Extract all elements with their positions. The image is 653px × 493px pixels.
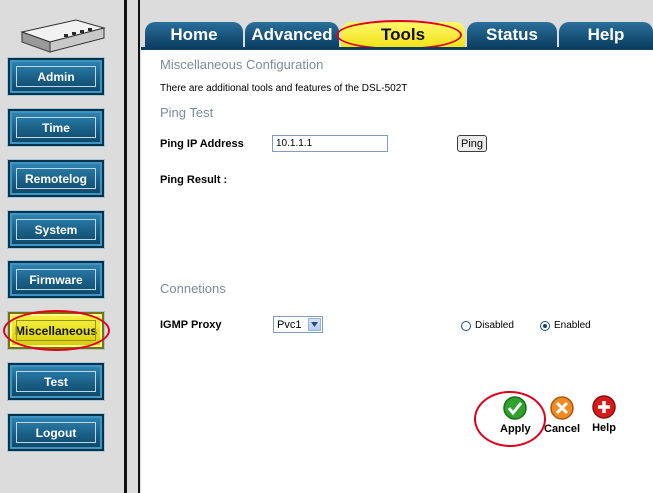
cancel-label: Cancel — [544, 423, 581, 435]
sidebar-item-label: Time — [42, 120, 70, 135]
sidebar-item-firmware[interactable]: Firmware — [7, 260, 105, 299]
pvc-select[interactable]: Pvc1 — [273, 316, 323, 333]
tab-label: Advanced — [251, 24, 333, 44]
sidebar-item-logout[interactable]: Logout — [7, 413, 105, 452]
tab-help[interactable]: Help — [559, 22, 653, 47]
radio-label: Disabled — [475, 320, 514, 331]
sidebar-item-label: Remotelog — [24, 171, 87, 186]
tab-advanced[interactable]: Advanced — [245, 22, 339, 47]
igmp-disabled-radio[interactable]: Disabled — [461, 320, 514, 331]
ping-result-label: Ping Result : — [160, 174, 228, 186]
divider-line — [124, 0, 127, 493]
page-title: Miscellaneous Configuration — [160, 57, 324, 72]
tab-label: Help — [587, 24, 625, 44]
page-description: There are additional tools and features … — [160, 83, 408, 94]
tab-label: Tools — [380, 24, 426, 44]
sidebar-item-label: Firmware — [29, 272, 83, 287]
help-label: Help — [592, 422, 616, 434]
radio-dot — [540, 320, 550, 331]
divider-line — [138, 0, 140, 493]
sidebar-item-label: Miscellaneous — [14, 323, 98, 338]
apply-button[interactable]: Apply — [500, 395, 531, 435]
tab-tools[interactable]: Tools — [341, 22, 465, 47]
igmp-proxy-label: IGMP Proxy — [160, 319, 222, 331]
tab-status[interactable]: Status — [467, 22, 557, 47]
help-button[interactable]: Help — [591, 394, 617, 434]
sidebar-item-miscellaneous[interactable]: Miscellaneous — [7, 311, 105, 350]
connections-section-title: Connetions — [160, 281, 226, 296]
cancel-icon — [550, 396, 574, 420]
ping-section-title: Ping Test — [160, 105, 214, 120]
sidebar-item-label: Test — [44, 374, 68, 389]
left-sidebar: Admin Time Remotelog System Firmware Mis… — [0, 0, 126, 493]
ping-button[interactable]: Ping — [457, 135, 488, 152]
sidebar-item-admin[interactable]: Admin — [7, 57, 105, 96]
tab-label: Home — [170, 24, 218, 44]
main-content: Miscellaneous Configuration There are ad… — [141, 47, 653, 493]
top-tab-bar: Home Advanced Tools Status Help — [141, 22, 653, 47]
sidebar-item-label: Logout — [35, 425, 77, 440]
sidebar-item-test[interactable]: Test — [7, 362, 105, 401]
cancel-button[interactable]: Cancel — [544, 395, 580, 435]
ping-ip-input[interactable] — [272, 135, 388, 152]
igmp-enabled-radio[interactable]: Enabled — [540, 320, 591, 331]
tab-home[interactable]: Home — [145, 22, 243, 47]
sidebar-item-remotelog[interactable]: Remotelog — [7, 159, 105, 198]
help-plus-icon — [592, 395, 616, 419]
apply-label: Apply — [500, 423, 531, 435]
checkmark-icon — [503, 396, 528, 420]
ping-ip-label: Ping IP Address — [160, 138, 244, 150]
tab-label: Status — [486, 24, 538, 44]
sidebar-item-system[interactable]: System — [7, 210, 105, 249]
sidebar-item-label: Admin — [37, 69, 75, 84]
sidebar-item-time[interactable]: Time — [7, 108, 105, 147]
dsl-router-icon — [20, 19, 106, 53]
chevron-down-icon — [308, 318, 321, 331]
radio-dot — [461, 320, 471, 331]
radio-label: Enabled — [554, 320, 591, 331]
pvc-select-value: Pvc1 — [277, 318, 302, 331]
sidebar-item-label: System — [34, 222, 78, 237]
